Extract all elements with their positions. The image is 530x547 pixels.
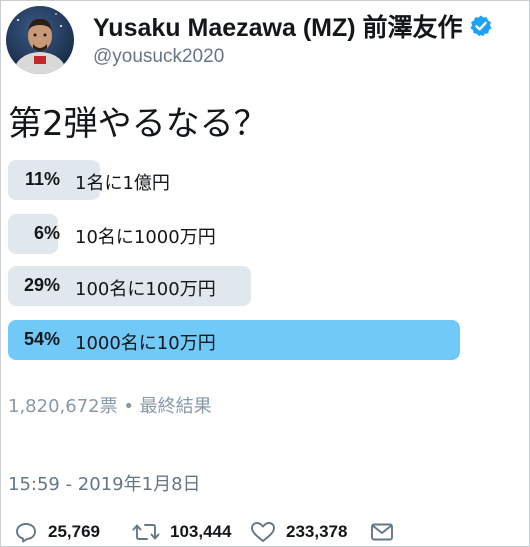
astronaut-avatar-icon <box>14 13 66 74</box>
poll-option: 6% 10名に1000万円 <box>8 214 498 254</box>
message-action[interactable] <box>370 520 394 544</box>
poll-option-label: 1000名に10万円 <box>75 333 216 354</box>
retweet-count: 103,444 <box>170 522 232 541</box>
retweet-icon[interactable] <box>132 520 160 544</box>
poll-option: 29% 100名に100万円 <box>8 266 498 306</box>
like-count: 233,378 <box>286 522 348 541</box>
poll-summary: 1,820,672票 • 最終結果 <box>8 396 212 417</box>
tweet-timestamp[interactable]: 15:59 - 2019年1月8日 <box>8 470 201 496</box>
poll-option: 11% 1名に1億円 <box>8 160 498 200</box>
author-name-row[interactable]: Yusaku Maezawa (MZ) 前澤友作 <box>93 8 493 44</box>
author-name[interactable]: Yusaku Maezawa (MZ) 前澤友作 <box>93 8 463 44</box>
poll-percent: 6% <box>33 223 60 243</box>
poll-option-label: 1名に1億円 <box>75 173 170 194</box>
poll-option-winner: 54% 1000名に10万円 <box>8 320 498 360</box>
reply-count: 25,769 <box>48 522 100 541</box>
avatar[interactable] <box>6 6 74 74</box>
heart-icon[interactable] <box>250 520 276 544</box>
poll-percent: 29% <box>23 275 60 295</box>
poll-option-label: 100名に100万円 <box>75 279 216 300</box>
like-action[interactable]: 233,378 <box>250 520 347 544</box>
tweet-text: 第2弾やるなる？ <box>8 104 268 144</box>
verified-badge-icon <box>469 14 493 38</box>
poll-percent: 54% <box>23 329 60 349</box>
reply-action[interactable]: 25,769 <box>14 520 100 544</box>
author-handle[interactable]: @yousuck2020 <box>93 46 224 68</box>
poll-percent: 11% <box>24 169 60 189</box>
envelope-icon[interactable] <box>370 520 394 544</box>
poll-option-label: 10名に1000万円 <box>75 227 216 248</box>
reply-icon[interactable] <box>14 520 38 544</box>
retweet-action[interactable]: 103,444 <box>132 520 231 544</box>
